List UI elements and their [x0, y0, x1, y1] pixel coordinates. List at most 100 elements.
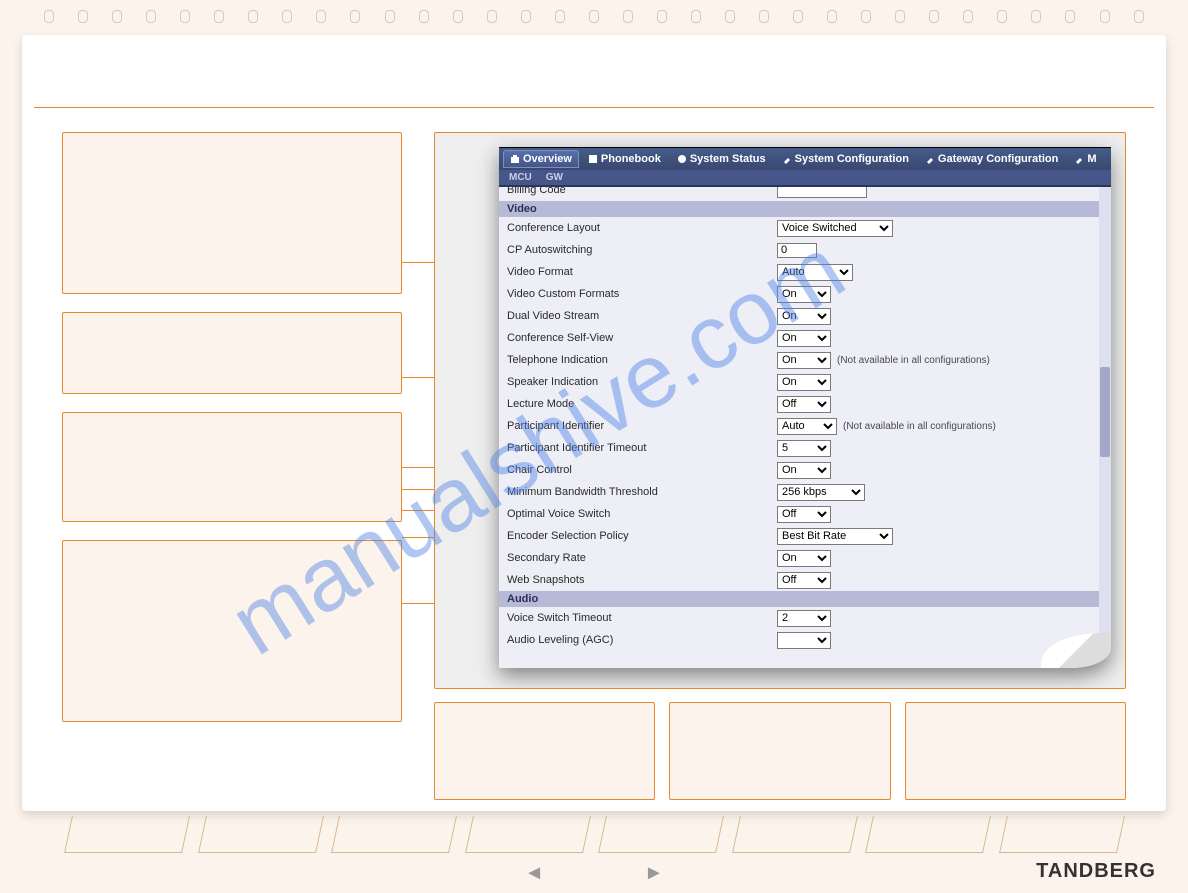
callout-box-7 — [905, 702, 1126, 800]
voice-switch-timeout-select[interactable]: 2 — [777, 610, 831, 627]
subtab-mcu[interactable]: MCU — [509, 172, 532, 183]
wrench-icon — [782, 154, 792, 164]
participant-identifier-select[interactable]: Auto — [777, 418, 837, 435]
lecture-mode-select[interactable]: Off — [777, 396, 831, 413]
setting-note: (Not available in all configurations) — [837, 355, 990, 366]
video-format-select[interactable]: Auto — [777, 264, 853, 281]
setting-label: Video Custom Formats — [507, 288, 777, 300]
screenshot-container: Overview Phonebook System Status — [434, 132, 1126, 689]
setting-label: Voice Switch Timeout — [507, 612, 777, 624]
tab-more[interactable]: M — [1067, 150, 1103, 168]
embedded-screenshot: Overview Phonebook System Status — [499, 147, 1111, 668]
cp-autoswitching-input[interactable] — [777, 243, 817, 258]
setting-label: Conference Self-View — [507, 332, 777, 344]
book-icon — [588, 154, 598, 164]
setting-label: Conference Layout — [507, 222, 777, 234]
setting-row-chair-control: Chair ControlOn — [499, 459, 1099, 481]
connector-line — [402, 262, 434, 263]
callout-box-2 — [62, 312, 402, 394]
telephone-indication-select[interactable]: On — [777, 352, 831, 369]
participant-identifier-timeout-select[interactable]: 5 — [777, 440, 831, 457]
callout-box-4 — [62, 540, 402, 722]
min-bandwidth-threshold-select[interactable]: 256 kbps — [777, 484, 865, 501]
connector-line — [402, 603, 434, 604]
tab-system-status[interactable]: System Status — [670, 150, 773, 168]
setting-row-participant-identifier-timeout: Participant Identifier Timeout5 — [499, 437, 1099, 459]
callout-box-1 — [62, 132, 402, 294]
gear-icon — [677, 154, 687, 164]
connector-line — [402, 377, 434, 378]
tab-overview[interactable]: Overview — [503, 150, 579, 168]
page-card: Overview Phonebook System Status — [22, 35, 1166, 811]
brand-logo: TANDBERG — [1036, 860, 1156, 883]
setting-row-web-snapshots: Web SnapshotsOff — [499, 569, 1099, 591]
setting-row-cp-autoswitching: CP Autoswitching — [499, 239, 1099, 261]
header-rule — [34, 107, 1154, 108]
optimal-voice-switch-select[interactable]: Off — [777, 506, 831, 523]
bottom-callout-row — [434, 702, 1126, 800]
callout-box-3 — [62, 412, 402, 522]
screenshot-subtab-bar: MCU GW — [499, 170, 1111, 187]
secondary-rate-select[interactable]: On — [777, 550, 831, 567]
chair-control-select[interactable]: On — [777, 462, 831, 479]
web-snapshots-select[interactable]: Off — [777, 572, 831, 589]
tab-label: Gateway Configuration — [938, 153, 1058, 165]
subtab-gw[interactable]: GW — [546, 172, 563, 183]
conference-layout-select[interactable]: Voice Switched — [777, 220, 893, 237]
dual-video-stream-select[interactable]: On — [777, 308, 831, 325]
setting-label: Web Snapshots — [507, 574, 777, 586]
callout-box-5 — [434, 702, 655, 800]
tab-gateway-configuration[interactable]: Gateway Configuration — [918, 150, 1065, 168]
setting-label: Chair Control — [507, 464, 777, 476]
tab-label: Overview — [523, 153, 572, 165]
section-header-audio: Audio — [499, 591, 1099, 607]
encoder-selection-policy-select[interactable]: Best Bit Rate — [777, 528, 893, 545]
screenshot-tab-bar: Overview Phonebook System Status — [499, 147, 1111, 170]
video-custom-formats-select[interactable]: On — [777, 286, 831, 303]
setting-label: CP Autoswitching — [507, 244, 777, 256]
setting-row-encoder-selection-policy: Encoder Selection PolicyBest Bit Rate — [499, 525, 1099, 547]
section-header-video: Video — [499, 201, 1099, 217]
page-nav: ◄ ► — [524, 862, 664, 885]
wrench-icon — [1074, 154, 1084, 164]
setting-row-video-custom-formats: Video Custom FormatsOn — [499, 283, 1099, 305]
setting-label: Secondary Rate — [507, 552, 777, 564]
setting-label: Video Format — [507, 266, 777, 278]
scrollbar[interactable] — [1099, 187, 1111, 668]
scrollbar-thumb[interactable] — [1100, 367, 1110, 457]
setting-note: (Not available in all configurations) — [843, 421, 996, 432]
setting-label: Billing Code — [507, 187, 777, 196]
callout-box-6 — [669, 702, 890, 800]
setting-label: Optimal Voice Switch — [507, 508, 777, 520]
setting-label: Dual Video Stream — [507, 310, 777, 322]
setting-row-speaker-indication: Speaker IndicationOn — [499, 371, 1099, 393]
tab-phonebook[interactable]: Phonebook — [581, 150, 668, 168]
tab-label: System Status — [690, 153, 766, 165]
tab-label: M — [1087, 153, 1096, 165]
setting-label: Audio Leveling (AGC) — [507, 634, 777, 646]
tab-system-configuration[interactable]: System Configuration — [775, 150, 916, 168]
setting-row-min-bandwidth-threshold: Minimum Bandwidth Threshold256 kbps — [499, 481, 1099, 503]
setting-row-optimal-voice-switch: Optimal Voice SwitchOff — [499, 503, 1099, 525]
setting-label: Encoder Selection Policy — [507, 530, 777, 542]
setting-row-secondary-rate: Secondary RateOn — [499, 547, 1099, 569]
speaker-indication-select[interactable]: On — [777, 374, 831, 391]
conference-self-view-select[interactable]: On — [777, 330, 831, 347]
setting-row-telephone-indication: Telephone IndicationOn(Not available in … — [499, 349, 1099, 371]
screenshot-body: Billing Code Video Conference LayoutVoic… — [499, 187, 1099, 668]
setting-label: Speaker Indication — [507, 376, 777, 388]
setting-row-voice-switch-timeout: Voice Switch Timeout2 — [499, 607, 1099, 629]
setting-row-conference-layout: Conference LayoutVoice Switched — [499, 217, 1099, 239]
setting-row-participant-identifier: Participant IdentifierAuto(Not available… — [499, 415, 1099, 437]
setting-label: Participant Identifier Timeout — [507, 442, 777, 454]
setting-label: Lecture Mode — [507, 398, 777, 410]
prev-page-button[interactable]: ◄ — [524, 862, 544, 885]
next-page-button[interactable]: ► — [644, 862, 664, 885]
left-column — [62, 132, 402, 740]
wrench-icon — [925, 154, 935, 164]
setting-row-video-format: Video FormatAuto — [499, 261, 1099, 283]
audio-leveling-select[interactable] — [777, 632, 831, 649]
footer-tab-strip — [60, 816, 1128, 858]
billing-code-input[interactable] — [777, 187, 867, 198]
setting-label: Minimum Bandwidth Threshold — [507, 486, 777, 498]
